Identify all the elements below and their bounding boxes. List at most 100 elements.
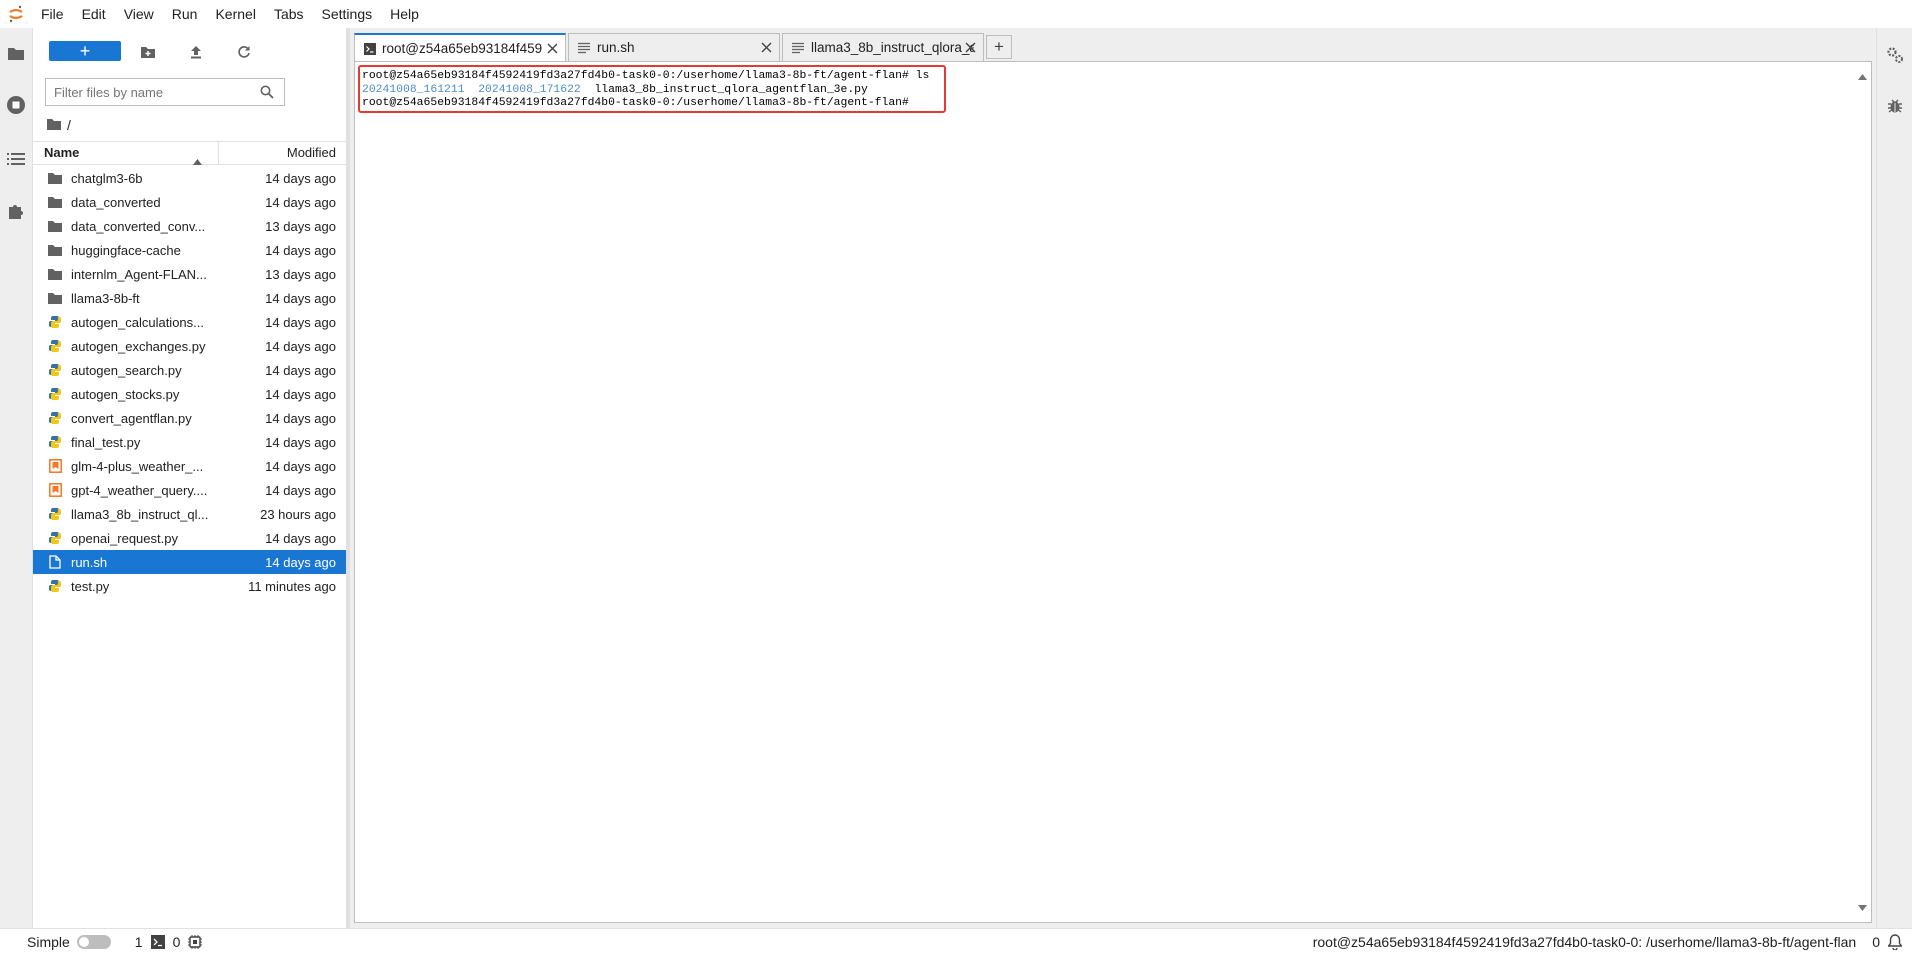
new-folder-icon[interactable] xyxy=(137,41,159,63)
column-header-modified[interactable]: Modified xyxy=(219,142,346,164)
jupyter-logo-icon xyxy=(0,0,32,28)
file-name: openai_request.py xyxy=(71,530,178,546)
status-right: root@z54a65eb93184f4592419fd3a27fd4b0-ta… xyxy=(1313,929,1912,955)
menu-run[interactable]: Run xyxy=(163,0,207,28)
notifications-count[interactable]: 0 xyxy=(1872,934,1880,950)
tab-terminal[interactable]: root@z54a65eb93184f459 xyxy=(354,33,566,62)
folder-icon xyxy=(47,242,63,258)
status-path: root@z54a65eb93184f4592419fd3a27fd4b0-ta… xyxy=(1312,934,1857,950)
file-name: internlm_Agent-FLAN... xyxy=(71,266,207,282)
file-modified: 14 days ago xyxy=(265,530,336,546)
refresh-icon[interactable] xyxy=(233,41,255,63)
menu-settings[interactable]: Settings xyxy=(313,0,382,28)
file-list-row[interactable]: chatglm3-6b 14 days ago xyxy=(33,166,346,190)
file-name: llama3-8b-ft xyxy=(71,290,140,306)
file-list-row[interactable]: gpt-4_weather_query.... 14 days ago xyxy=(33,478,346,502)
python-file-icon xyxy=(47,530,63,546)
left-sidebar xyxy=(0,28,33,928)
kernels-count[interactable]: 1 xyxy=(135,934,143,950)
file-name: data_converted_conv... xyxy=(71,218,206,234)
file-name: glm-4-plus_weather_... xyxy=(71,458,204,474)
file-list-row[interactable]: run.sh 14 days ago xyxy=(33,550,346,574)
file-list-row[interactable]: autogen_exchanges.py 14 days ago xyxy=(33,334,346,358)
file-list-row[interactable]: huggingface-cache 14 days ago xyxy=(33,238,346,262)
tab-run-sh[interactable]: run.sh xyxy=(568,33,780,61)
debugger-bug-icon[interactable] xyxy=(1885,96,1905,116)
kernel-status-icon[interactable] xyxy=(188,934,203,949)
menu-file[interactable]: File xyxy=(32,0,73,28)
close-tab-icon[interactable] xyxy=(547,42,558,57)
file-modified: 13 days ago xyxy=(265,266,336,282)
column-name-label: Name xyxy=(44,145,80,160)
terminals-count[interactable]: 0 xyxy=(173,934,181,950)
filter-files-input[interactable] xyxy=(54,84,254,100)
menu-view[interactable]: View xyxy=(115,0,163,28)
upload-icon[interactable] xyxy=(185,41,207,63)
terminal-sessions-icon[interactable] xyxy=(150,934,165,949)
file-modified: 14 days ago xyxy=(265,290,336,306)
menu-kernel[interactable]: Kernel xyxy=(206,0,264,28)
file-name: llama3_8b_instruct_ql... xyxy=(71,506,209,522)
file-list-row[interactable]: test.py 11 minutes ago xyxy=(33,574,346,598)
python-file-icon xyxy=(47,338,63,354)
running-sessions-icon[interactable] xyxy=(5,94,27,116)
tab-label: root@z54a65eb93184f459 xyxy=(382,41,543,56)
extensions-icon[interactable] xyxy=(5,200,27,222)
column-header-name[interactable]: Name xyxy=(33,142,219,165)
text-file-icon xyxy=(578,42,590,54)
breadcrumb: / xyxy=(47,116,71,134)
filter-files-field[interactable] xyxy=(45,78,285,106)
file-list-row[interactable]: final_test.py 14 days ago xyxy=(33,430,346,454)
folder-icon[interactable] xyxy=(5,42,27,64)
file-list-row[interactable]: openai_request.py 14 days ago xyxy=(33,526,346,550)
file-list-row[interactable]: convert_agentflan.py 14 days ago xyxy=(33,406,346,430)
file-list-row[interactable]: llama3_8b_instruct_ql... 23 hours ago xyxy=(33,502,346,526)
breadcrumb-root[interactable]: / xyxy=(67,117,71,133)
file-list-row[interactable]: glm-4-plus_weather_... 14 days ago xyxy=(33,454,346,478)
file-name: gpt-4_weather_query.... xyxy=(71,482,208,498)
file-list-row[interactable]: autogen_stocks.py 14 days ago xyxy=(33,382,346,406)
file-list-row[interactable]: data_converted_conv... 13 days ago xyxy=(33,214,346,238)
file-modified: 14 days ago xyxy=(265,410,336,426)
python-file-icon xyxy=(47,434,63,450)
file-modified: 14 days ago xyxy=(265,170,336,186)
simple-mode-label: Simple xyxy=(27,933,70,950)
notification-bell-icon[interactable] xyxy=(1888,934,1902,950)
terminal-scrollbar[interactable] xyxy=(1854,62,1870,922)
red-highlight-box xyxy=(358,65,946,113)
python-file-icon xyxy=(47,578,63,594)
close-tab-icon[interactable] xyxy=(761,41,772,56)
file-list-row[interactable]: internlm_Agent-FLAN... 13 days ago xyxy=(33,262,346,286)
menu-help[interactable]: Help xyxy=(381,0,428,28)
file-list-row[interactable]: data_converted 14 days ago xyxy=(33,190,346,214)
scroll-down-icon[interactable] xyxy=(1858,899,1867,914)
scroll-up-icon[interactable] xyxy=(1858,68,1867,83)
new-launcher-button[interactable]: + xyxy=(49,41,121,61)
menu-tabs[interactable]: Tabs xyxy=(265,0,313,28)
table-of-contents-icon[interactable] xyxy=(5,148,27,170)
menu-edit[interactable]: Edit xyxy=(73,0,115,28)
close-tab-icon[interactable] xyxy=(965,41,976,56)
terminal-panel[interactable]: root@z54a65eb93184f4592419fd3a27fd4b0-ta… xyxy=(354,61,1872,923)
folder-icon xyxy=(47,290,63,306)
home-folder-icon[interactable] xyxy=(47,117,61,133)
add-tab-button[interactable]: + xyxy=(986,35,1012,59)
file-list-row[interactable]: autogen_search.py 14 days ago xyxy=(33,358,346,382)
file-modified: 14 days ago xyxy=(265,338,336,354)
status-bar: Simple 1 0 root@z54a65eb93184f4592419fd3… xyxy=(0,928,1912,954)
file-name: final_test.py xyxy=(71,434,141,450)
file-modified: 14 days ago xyxy=(265,434,336,450)
menu-bar: File Edit View Run Kernel Tabs Settings … xyxy=(0,0,1912,28)
python-file-icon xyxy=(47,314,63,330)
folder-icon xyxy=(47,266,63,282)
tab-llama3-script[interactable]: llama3_8b_instruct_qlora_a xyxy=(782,33,984,61)
folder-icon xyxy=(47,194,63,210)
main-area: root@z54a65eb93184f459 run.sh llama3_8b_… xyxy=(350,28,1876,928)
file-list-row[interactable]: autogen_calculations... 14 days ago xyxy=(33,310,346,334)
simple-mode-toggle[interactable] xyxy=(76,934,111,949)
file-list: chatglm3-6b 14 days ago data_converted 14 d… xyxy=(33,166,346,598)
notebook-icon xyxy=(47,458,63,474)
file-list-row[interactable]: llama3-8b-ft 14 days ago xyxy=(33,286,346,310)
property-inspector-icon[interactable] xyxy=(1885,45,1905,65)
text-file-icon xyxy=(792,42,804,54)
